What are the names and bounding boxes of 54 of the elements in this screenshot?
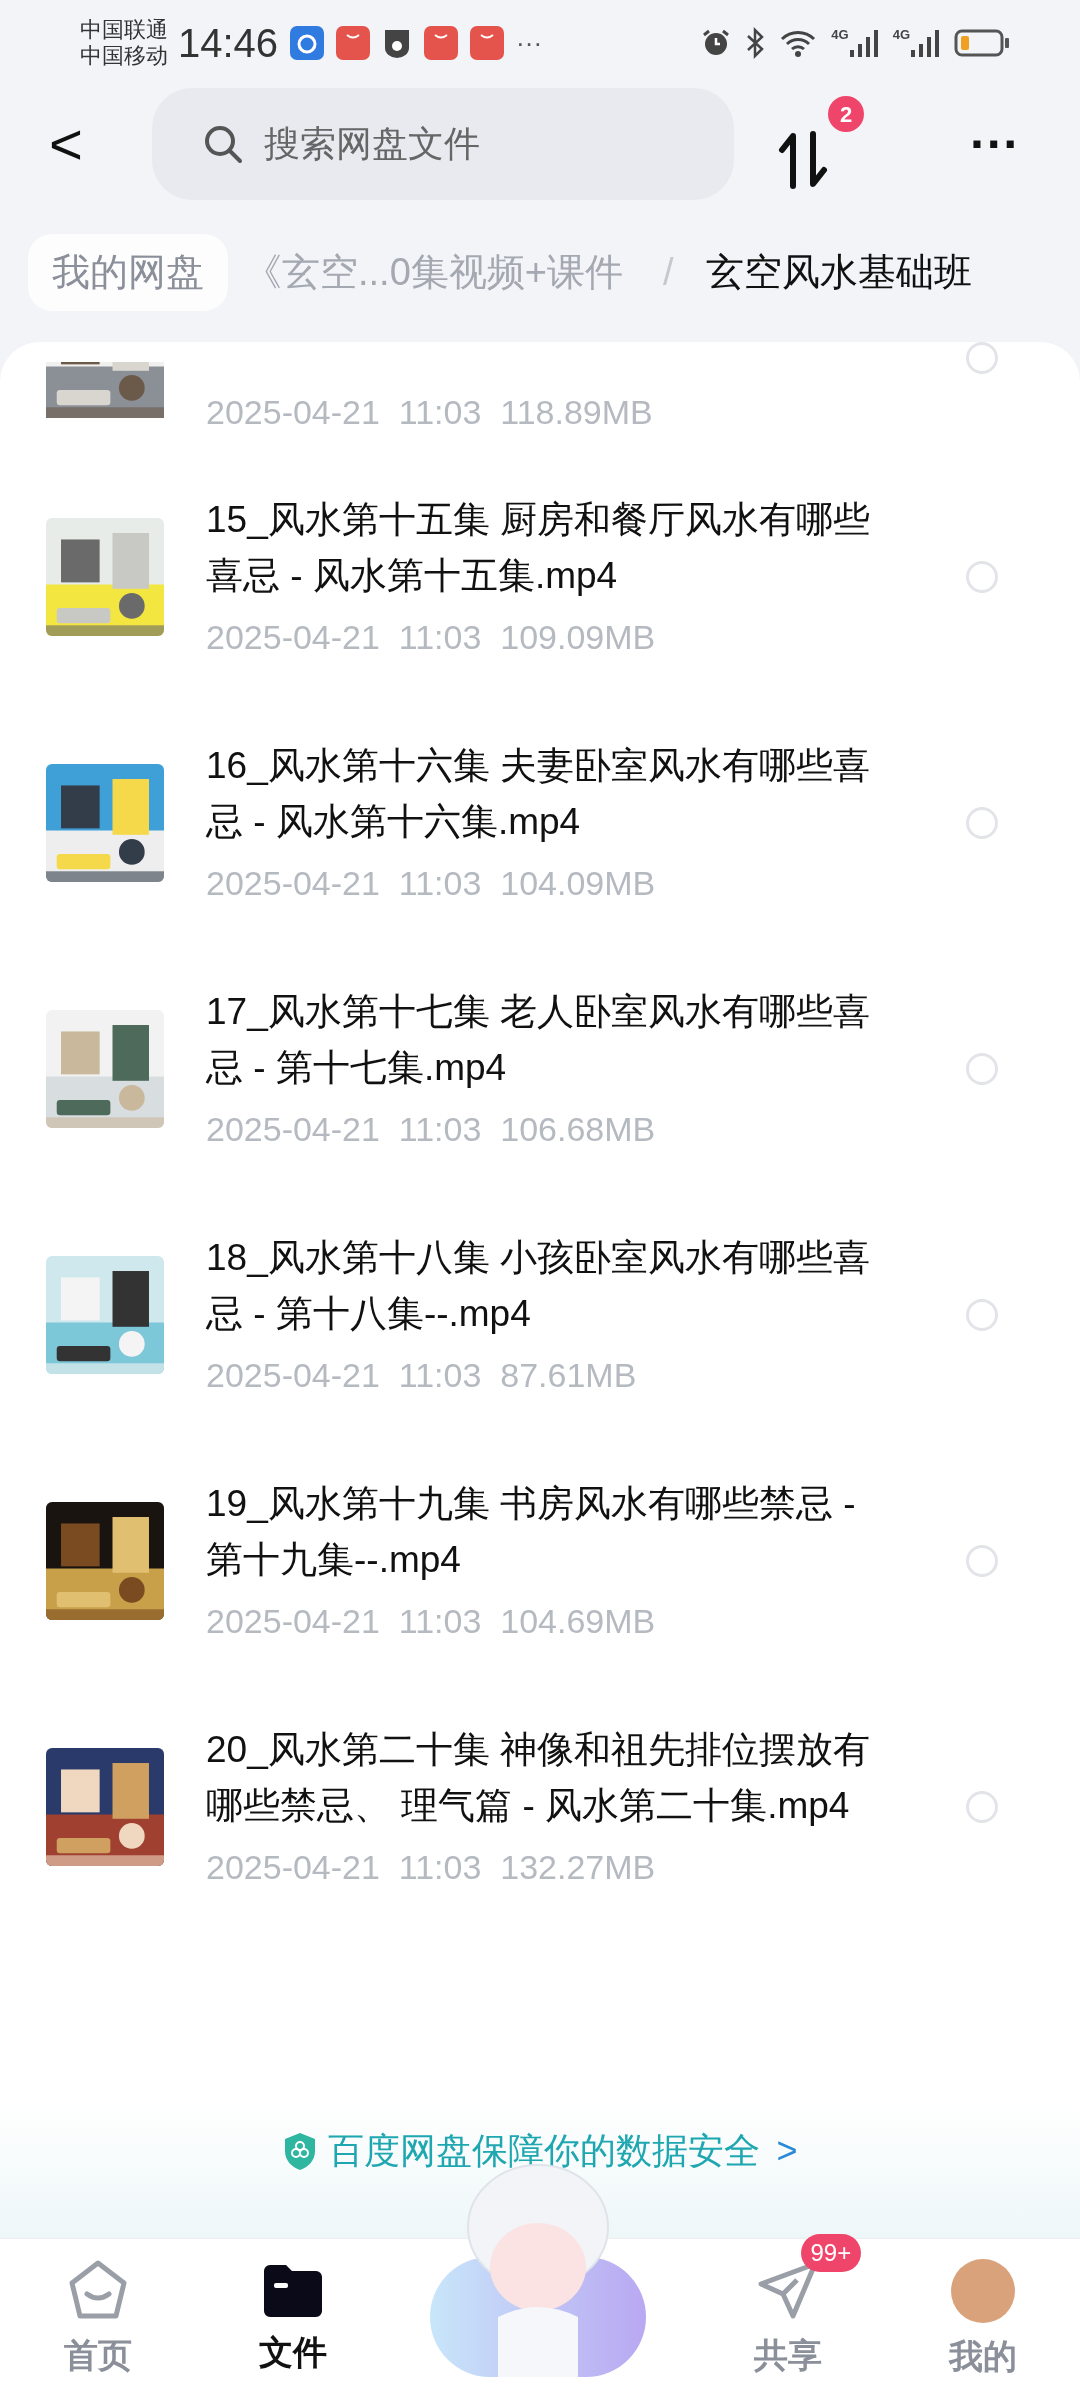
file-row[interactable]: 20_风水第二十集 神像和祖先排位摆放有哪些禁忌、 理气篇 - 风水第二十集.mp4 2025-04-21 11:03 132.27MB [0, 1684, 1080, 1930]
app-icon [336, 26, 371, 60]
app-icon [290, 26, 325, 60]
signal-icon [910, 28, 940, 58]
file-meta: 2025-04-21 11:03 132.27MB [206, 1847, 657, 1888]
bluetooth-icon [745, 27, 766, 59]
back-button[interactable]: < [40, 114, 92, 174]
carrier-name: 中国联通 [80, 17, 168, 43]
more-button[interactable]: ··· [970, 119, 1020, 169]
file-name: 15_风水第十五集 厨房和餐厅风水有哪些喜忌 - 风水第十五集.mp4 [206, 498, 871, 598]
search-icon [202, 123, 244, 165]
file-meta: 2025-04-21 11:03 104.69MB [206, 1601, 657, 1642]
avatar-icon [948, 2257, 1017, 2325]
signal-icon [848, 28, 879, 58]
file-row[interactable]: 15_风水第十五集 厨房和餐厅风水有哪些喜忌 - 风水第十五集.mp4 2025-04-21 11:03 109.09MB [0, 454, 1080, 700]
select-radio[interactable] [966, 1053, 998, 1085]
battery-icon [954, 28, 1010, 58]
file-name: 18_风水第十八集 小孩卧室风水有哪些喜忌 - 第十八集--.mp4 [206, 1236, 871, 1336]
file-row[interactable]: 19_风水第十九集 书房风水有哪些禁忌 - 第十九集--.mp4 2025-04-21 11:03 104.69MB [0, 1438, 1080, 1684]
wifi-icon [779, 28, 818, 58]
more-notifications: ··· [516, 26, 543, 60]
file-row[interactable]: 18_风水第十八集 小孩卧室风水有哪些喜忌 - 第十八集--.mp4 2025-04-21 11:03 87.61MB [0, 1192, 1080, 1438]
network-type: 4G [831, 28, 849, 42]
file-name: 19_风水第十九集 书房风水有哪些禁忌 - 第十九集--.mp4 [206, 1482, 857, 1582]
search-field[interactable]: 搜索网盘文件 [152, 88, 734, 200]
app-icon [470, 26, 505, 60]
file-name: 16_风水第十六集 夫妻卧室风水有哪些喜忌 - 风水第十六集.mp4 [206, 744, 871, 844]
alarm-icon [701, 28, 732, 58]
file-row[interactable]: 17_风水第十七集 老人卧室风水有哪些喜忌 - 第十七集.mp4 2025-04-21 11:03 106.68MB [0, 946, 1080, 1192]
transfer-button[interactable]: 2 [774, 92, 870, 196]
select-radio[interactable] [966, 1545, 998, 1577]
carrier-name: 中国移动 [80, 43, 168, 69]
breadcrumb-item[interactable]: 玄空风水基础班 [697, 243, 980, 301]
file-meta: 2025-04-21 11:03 118.89MB [206, 392, 653, 433]
app-icon [424, 26, 459, 60]
select-radio[interactable] [966, 1791, 998, 1823]
select-radio[interactable] [966, 561, 998, 593]
file-meta: 2025-04-21 11:03 104.09MB [206, 863, 657, 904]
clock-time: 14:46 [178, 20, 279, 67]
tab-files[interactable]: 文件 [195, 2239, 390, 2400]
path-separator: / [663, 249, 674, 295]
file-meta: 2025-04-21 11:03 106.68MB [206, 1109, 657, 1150]
select-radio[interactable] [966, 1299, 998, 1331]
file-meta: 2025-04-21 11:03 87.61MB [206, 1355, 638, 1396]
select-radio[interactable] [966, 807, 998, 839]
select-radio[interactable] [966, 342, 998, 374]
file-name: 17_风水第十七集 老人卧室风水有哪些喜忌 - 第十七集.mp4 [206, 990, 871, 1090]
network-type: 4G [892, 28, 910, 42]
notification-badge: 2 [828, 96, 864, 132]
file-name: 20_风水第二十集 神像和祖先排位摆放有哪些禁忌、 理气篇 - 风水第二十集.mp4 [206, 1728, 871, 1828]
file-row[interactable]: 16_风水第十六集 夫妻卧室风水有哪些喜忌 - 风水第十六集.mp4 2025-04-21 11:03 104.09MB [0, 700, 1080, 946]
up-down-arrows-icon [778, 130, 828, 190]
count-badge: 99+ [800, 2234, 862, 2272]
file-meta: 2025-04-21 11:03 109.09MB [206, 617, 657, 658]
